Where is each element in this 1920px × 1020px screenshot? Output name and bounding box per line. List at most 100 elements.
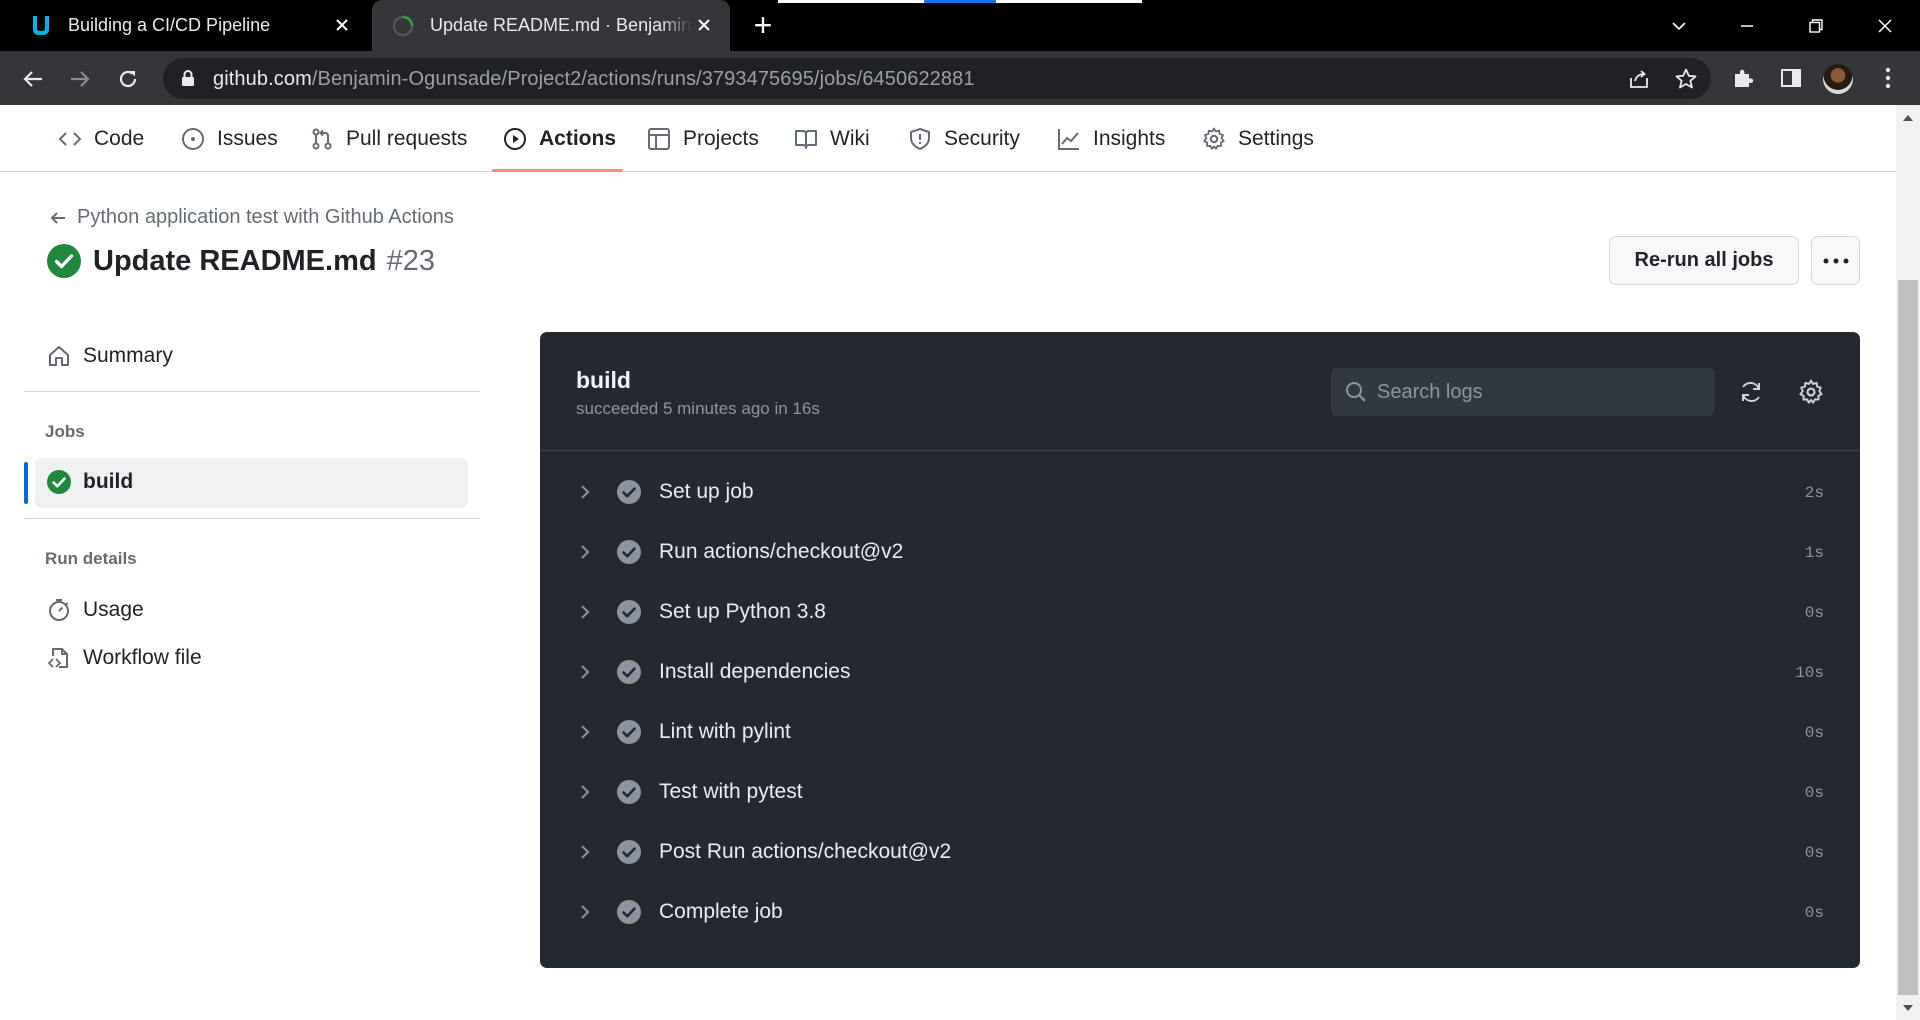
log-settings-gear-icon[interactable] bbox=[1794, 375, 1828, 409]
chevron-right-icon[interactable] bbox=[576, 542, 594, 562]
book-icon bbox=[795, 130, 817, 149]
tab-projects[interactable]: Projects bbox=[647, 119, 759, 159]
page-title: Update README.md #23 bbox=[47, 244, 435, 278]
tab-issues[interactable]: Issues bbox=[181, 119, 278, 159]
profile-avatar[interactable] bbox=[1823, 64, 1853, 94]
minimize-icon[interactable] bbox=[1727, 8, 1767, 44]
extensions-puzzle-icon[interactable] bbox=[1728, 63, 1758, 93]
scroll-up-arrow-icon[interactable] bbox=[1896, 108, 1920, 128]
kebab-horizontal-icon bbox=[1823, 258, 1848, 263]
url-host: github.com bbox=[213, 68, 312, 90]
step-duration: 0s bbox=[1804, 604, 1824, 622]
chevron-right-icon[interactable] bbox=[576, 602, 594, 622]
close-tab-icon[interactable] bbox=[330, 13, 354, 37]
step-duration: 1s bbox=[1804, 544, 1824, 562]
job-step[interactable]: Complete job 0s bbox=[540, 882, 1860, 942]
job-step[interactable]: Post Run actions/checkout@v2 0s bbox=[540, 822, 1860, 882]
gear-icon bbox=[1203, 127, 1225, 150]
run-number: #23 bbox=[386, 244, 435, 277]
tab-settings-label: Settings bbox=[1238, 127, 1314, 150]
job-log-panel: build succeeded 5 minutes ago in 16s Set… bbox=[540, 332, 1860, 968]
new-tab-icon[interactable]: + bbox=[748, 9, 778, 41]
step-label: Test with pytest bbox=[659, 780, 803, 803]
job-step[interactable]: Install dependencies 10s bbox=[540, 642, 1860, 702]
tab-actions[interactable]: Actions bbox=[503, 119, 616, 159]
stopwatch-icon bbox=[49, 599, 69, 621]
run-title-text: Update README.md bbox=[93, 244, 377, 277]
summary-link[interactable]: Summary bbox=[47, 344, 173, 368]
share-icon[interactable] bbox=[1626, 66, 1652, 92]
check-circle-fill-icon bbox=[617, 540, 641, 564]
sidebar-job-build-row[interactable]: build bbox=[47, 470, 133, 494]
loading-spinner-icon bbox=[390, 13, 416, 39]
chevron-right-icon[interactable] bbox=[576, 902, 594, 922]
loading-bar bbox=[778, 0, 924, 3]
chevron-right-icon[interactable] bbox=[576, 482, 594, 502]
search-logs-input[interactable] bbox=[1377, 368, 1697, 416]
step-label: Install dependencies bbox=[659, 660, 851, 683]
chevron-right-icon[interactable] bbox=[576, 662, 594, 682]
check-circle-fill-icon bbox=[617, 480, 641, 504]
url-text: github.com/Benjamin-Ogunsade/Project2/ac… bbox=[213, 68, 975, 91]
issue-open-icon bbox=[182, 128, 204, 150]
page-scrollbar-thumb[interactable] bbox=[1898, 280, 1918, 995]
workflow-file-label: Workflow file bbox=[83, 646, 202, 669]
search-logs-box bbox=[1331, 368, 1715, 416]
divider bbox=[24, 518, 480, 519]
job-step[interactable]: Lint with pylint 0s bbox=[540, 702, 1860, 762]
tab-settings[interactable]: Settings bbox=[1202, 119, 1314, 159]
tab-security[interactable]: Security bbox=[908, 119, 1020, 159]
reload-icon[interactable] bbox=[112, 63, 144, 95]
scroll-down-arrow-icon[interactable] bbox=[1896, 998, 1920, 1018]
tab-wiki[interactable]: Wiki bbox=[794, 119, 870, 159]
tab-pull-requests-label: Pull requests bbox=[346, 127, 468, 150]
close-window-icon[interactable] bbox=[1865, 8, 1905, 44]
address-bar[interactable]: github.com/Benjamin-Ogunsade/Project2/ac… bbox=[163, 58, 1711, 99]
workflow-name: Python application test with Github Acti… bbox=[77, 206, 454, 228]
graph-icon bbox=[1058, 129, 1079, 150]
step-duration: 0s bbox=[1804, 724, 1824, 742]
loading-bar bbox=[924, 0, 996, 3]
step-duration: 0s bbox=[1804, 784, 1824, 802]
run-details-heading: Run details bbox=[45, 549, 137, 568]
more-options-button[interactable] bbox=[1811, 236, 1860, 285]
back-arrow-icon[interactable] bbox=[17, 63, 49, 95]
forward-arrow-icon[interactable] bbox=[64, 63, 96, 95]
job-step[interactable]: Run actions/checkout@v2 1s bbox=[540, 522, 1860, 582]
active-tab-underline bbox=[492, 169, 623, 172]
browser-tab-active[interactable]: Update README.md · Benjamin-Ogunsade/Pro… bbox=[372, 0, 730, 51]
workflow-back-link[interactable]: Python application test with Github Acti… bbox=[49, 206, 454, 229]
browser-tab[interactable]: Building a CI/CD Pipeline bbox=[10, 0, 368, 51]
step-label: Set up job bbox=[659, 480, 754, 503]
chevron-right-icon[interactable] bbox=[576, 782, 594, 802]
url-path: /Benjamin-Ogunsade/Project2/actions/runs… bbox=[311, 68, 975, 90]
check-circle-fill-icon bbox=[617, 660, 641, 684]
job-step[interactable]: Set up job 2s bbox=[540, 462, 1860, 522]
job-status-text: succeeded 5 minutes ago in 16s bbox=[576, 399, 820, 418]
workflow-file-link[interactable]: Workflow file bbox=[47, 646, 202, 670]
job-step[interactable]: Set up Python 3.8 0s bbox=[540, 582, 1860, 642]
browser-menu-icon[interactable] bbox=[1873, 63, 1903, 93]
refresh-icon[interactable] bbox=[1734, 375, 1768, 409]
tab-actions-label: Actions bbox=[539, 127, 617, 150]
step-duration: 0s bbox=[1804, 904, 1824, 922]
rerun-all-jobs-button[interactable]: Re-run all jobs bbox=[1609, 236, 1799, 285]
close-tab-icon[interactable] bbox=[692, 13, 716, 37]
check-circle-fill-icon bbox=[47, 470, 71, 494]
repo-nav: Code Issues Pull requests Actions Projec… bbox=[0, 105, 1896, 172]
step-duration: 0s bbox=[1804, 844, 1824, 862]
job-label: build bbox=[83, 470, 134, 493]
chevron-right-icon[interactable] bbox=[576, 842, 594, 862]
chevron-right-icon[interactable] bbox=[576, 722, 594, 742]
usage-link[interactable]: Usage bbox=[47, 598, 144, 622]
tab-pull-requests[interactable]: Pull requests bbox=[310, 119, 467, 159]
tab-search-chevron-icon[interactable] bbox=[1659, 8, 1699, 44]
restore-icon[interactable] bbox=[1796, 8, 1836, 44]
side-panel-icon[interactable] bbox=[1776, 63, 1806, 93]
tab-wiki-label: Wiki bbox=[830, 127, 870, 150]
bookmark-star-icon[interactable] bbox=[1673, 66, 1699, 92]
tab-insights[interactable]: Insights bbox=[1057, 119, 1165, 159]
job-step[interactable]: Test with pytest 0s bbox=[540, 762, 1860, 822]
arrow-left-icon bbox=[50, 211, 65, 224]
tab-code[interactable]: Code bbox=[58, 119, 144, 159]
